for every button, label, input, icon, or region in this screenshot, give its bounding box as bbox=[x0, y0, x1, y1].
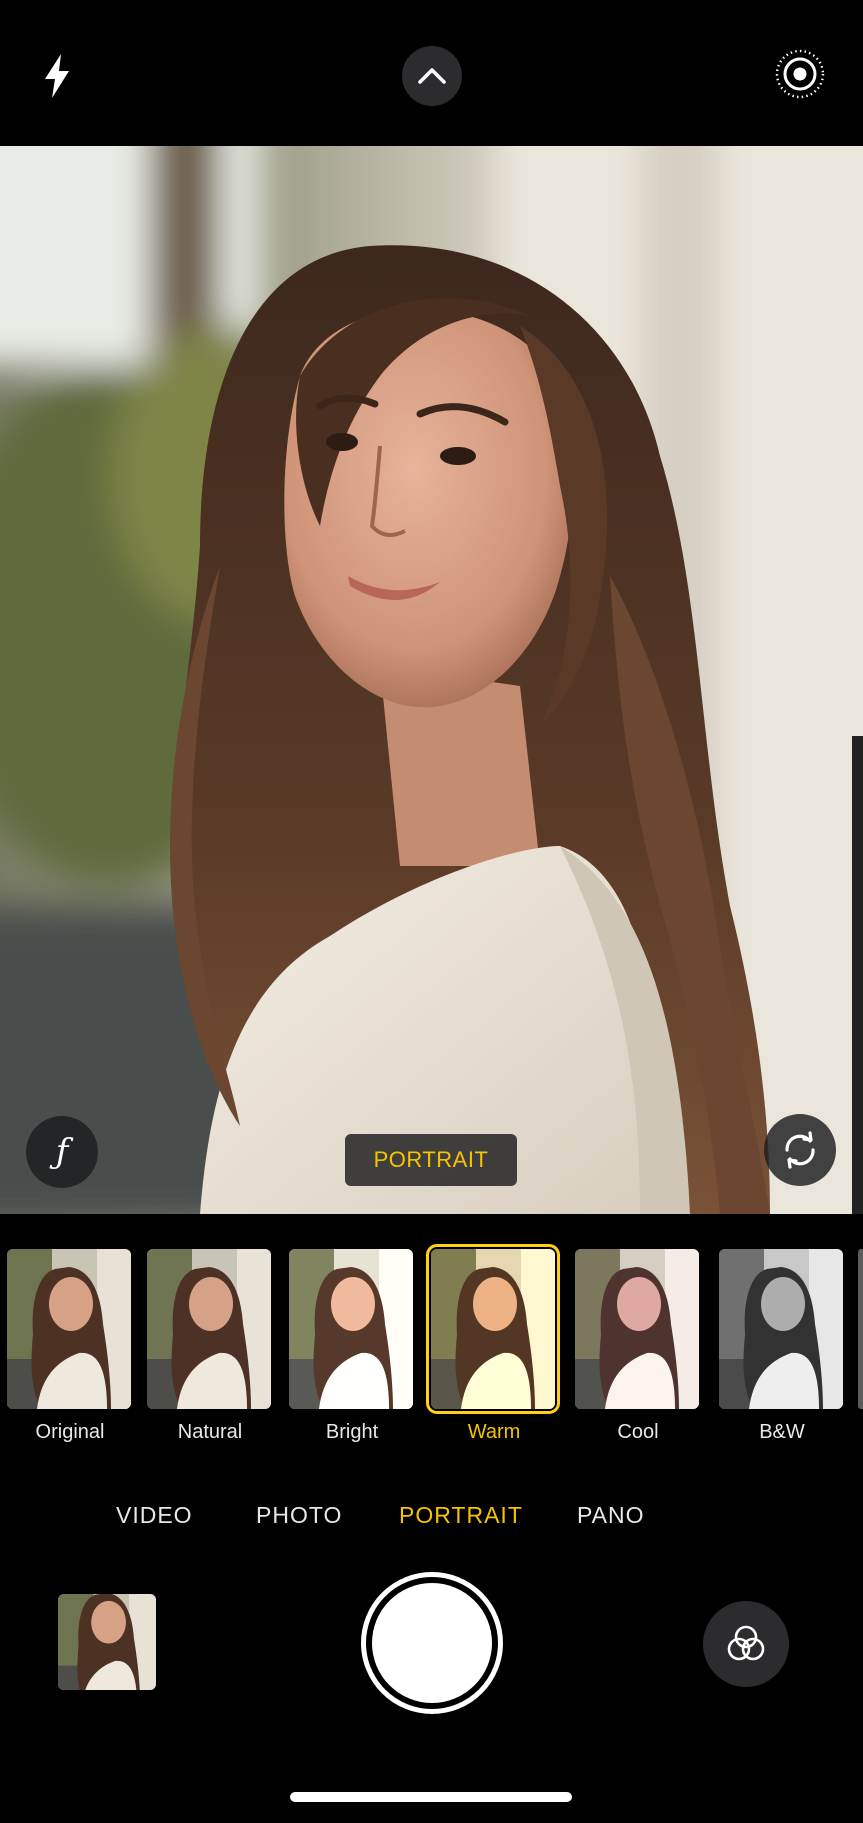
filter-label: B&W bbox=[759, 1421, 805, 1443]
filter-preview-thumbnail bbox=[289, 1249, 413, 1409]
flash-button[interactable] bbox=[34, 48, 80, 104]
thumbnail-image bbox=[58, 1594, 156, 1690]
overlapping-circles-icon bbox=[727, 1625, 765, 1661]
filter-preview-thumbnail bbox=[719, 1249, 843, 1409]
filter-natural[interactable]: Natural bbox=[147, 1249, 273, 1444]
mode-pano[interactable]: PANO bbox=[577, 1502, 644, 1529]
filter-cool[interactable]: Cool bbox=[575, 1249, 701, 1444]
depth-control-button[interactable]: ƒ bbox=[26, 1116, 98, 1188]
filter-preview-thumbnail bbox=[7, 1249, 131, 1409]
filter-label: Original bbox=[35, 1421, 105, 1443]
home-indicator bbox=[290, 1792, 572, 1802]
mode-portrait[interactable]: PORTRAIT bbox=[399, 1502, 523, 1529]
filter-preview-thumbnail bbox=[147, 1249, 271, 1409]
filter-bright[interactable]: Bright bbox=[289, 1249, 415, 1444]
mode-video[interactable]: VIDEO bbox=[116, 1502, 193, 1529]
filter-next-peek[interactable] bbox=[858, 1249, 863, 1409]
shutter-inner bbox=[372, 1583, 492, 1703]
viewfinder-photo bbox=[0, 146, 863, 1214]
mode-selector: VIDEO PHOTO PORTRAIT PANO bbox=[0, 1494, 863, 1542]
rotate-camera-icon bbox=[785, 1131, 815, 1169]
filter-warm[interactable]: Warm bbox=[426, 1244, 560, 1444]
flip-camera-button[interactable] bbox=[764, 1114, 836, 1186]
shutter-button[interactable] bbox=[361, 1572, 503, 1714]
filter-original[interactable]: Original bbox=[7, 1249, 133, 1444]
viewfinder[interactable]: ƒ PORTRAIT bbox=[0, 146, 863, 1214]
filter-label: Natural bbox=[177, 1421, 243, 1443]
chevron-up-icon bbox=[418, 68, 446, 84]
live-photo-button[interactable] bbox=[772, 46, 828, 102]
filter-label: Cool bbox=[617, 1421, 659, 1443]
filter-label: Bright bbox=[325, 1421, 379, 1443]
filter-preview-thumbnail bbox=[575, 1249, 699, 1409]
mode-photo[interactable]: PHOTO bbox=[256, 1502, 342, 1529]
aperture-icon: ƒ bbox=[55, 1132, 69, 1172]
camera-controls-toggle[interactable] bbox=[402, 46, 462, 106]
filter-label: Warm bbox=[467, 1421, 521, 1443]
filter-b-w[interactable]: B&W bbox=[719, 1249, 845, 1444]
live-photo-icon bbox=[775, 49, 825, 99]
filter-preview-thumbnail bbox=[426, 1244, 560, 1414]
portrait-mode-badge: PORTRAIT bbox=[345, 1134, 517, 1186]
top-bar bbox=[0, 0, 863, 146]
filters-button[interactable] bbox=[703, 1601, 789, 1687]
lightning-bolt-icon bbox=[45, 54, 69, 98]
filter-strip: Original Natural Bright Warm Cool B&W bbox=[0, 1214, 863, 1454]
last-photo-thumbnail[interactable] bbox=[58, 1594, 156, 1690]
